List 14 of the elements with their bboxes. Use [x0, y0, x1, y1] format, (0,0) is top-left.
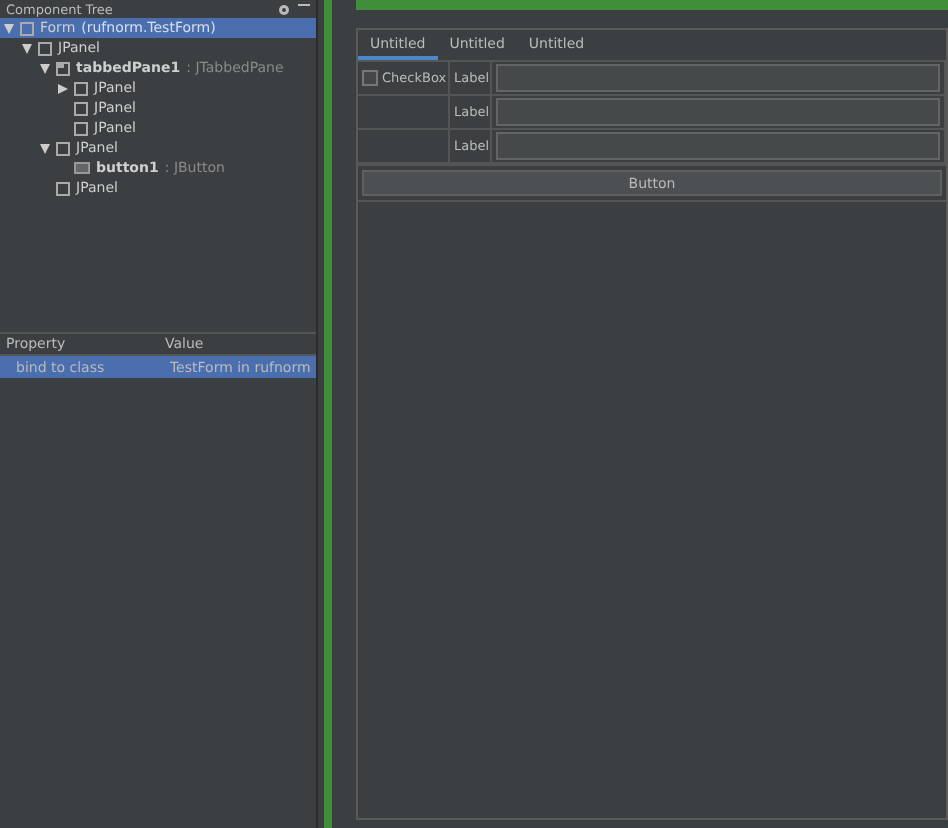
minimize-icon[interactable] [298, 3, 310, 7]
collapsed-arrow-icon[interactable] [58, 83, 68, 93]
expanded-arrow-icon[interactable] [22, 43, 32, 53]
text-field[interactable] [496, 98, 940, 126]
button-icon [74, 162, 90, 174]
checkbox[interactable] [362, 70, 378, 86]
text-field[interactable] [496, 132, 940, 160]
text-field[interactable] [496, 64, 940, 92]
expanded-arrow-icon[interactable] [40, 63, 50, 73]
settings-icon[interactable] [278, 3, 290, 15]
panel-icon [56, 181, 70, 195]
tabbed-pane-icon [56, 61, 70, 75]
expanded-arrow-icon[interactable] [40, 143, 50, 153]
expanded-arrow-icon[interactable] [4, 23, 14, 33]
